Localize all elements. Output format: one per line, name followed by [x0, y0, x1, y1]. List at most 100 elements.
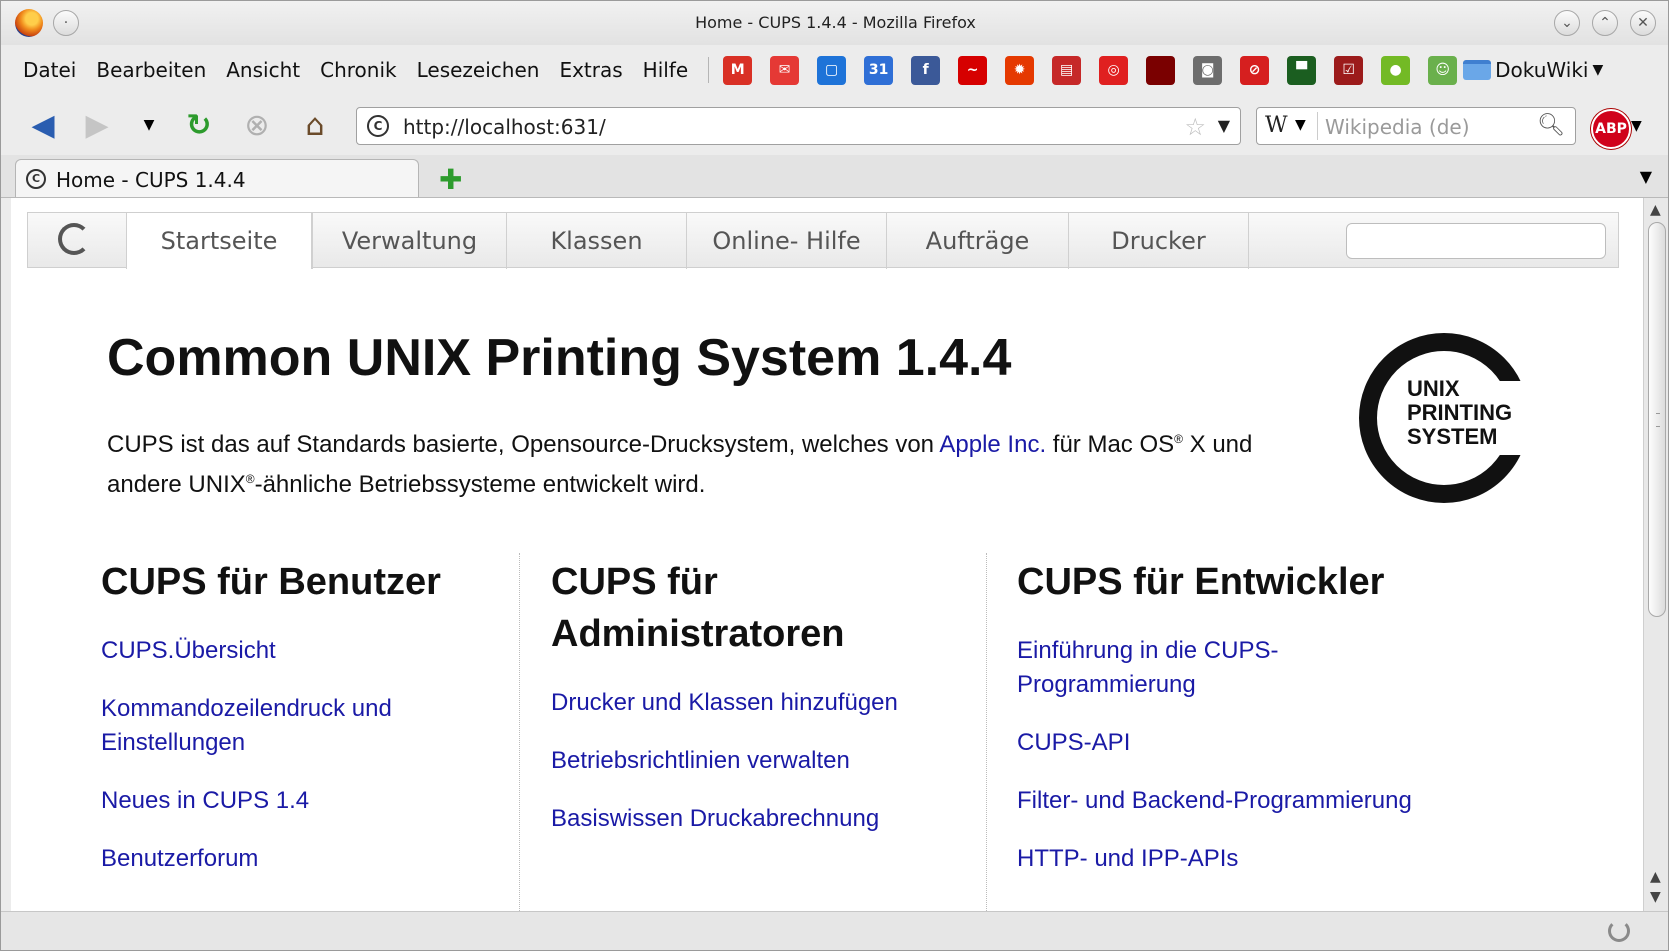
- title-bar: · Home - CUPS 1.4.4 - Mozilla Firefox ⌄ …: [1, 1, 1668, 45]
- scrollbar-thumb[interactable]: [1648, 222, 1666, 617]
- link-filter-backend[interactable]: Filter- und Backend-Programmierung: [1017, 787, 1412, 814]
- unix-printing-system-logo: UNIX PRINTING SYSTEM: [1359, 333, 1539, 503]
- gmail-icon[interactable]: M: [723, 55, 753, 85]
- bookmark-folder-dokuwiki[interactable]: DokuWiki ▼: [1463, 58, 1603, 82]
- wikipedia-engine-icon[interactable]: W: [1265, 113, 1288, 138]
- tab-home-cups[interactable]: C Home - CUPS 1.4.4: [15, 159, 419, 197]
- apple-link[interactable]: Apple Inc.: [939, 431, 1046, 458]
- column-heading: CUPS für Benutzer: [101, 561, 441, 603]
- bookmark-folder-label: DokuWiki: [1495, 58, 1589, 82]
- link-drucker-klassen[interactable]: Drucker und Klassen hinzufügen: [551, 689, 898, 716]
- close-button[interactable]: ✕: [1630, 10, 1656, 36]
- minimize-button[interactable]: ⌄: [1554, 10, 1580, 36]
- menu-chronik[interactable]: Chronik: [320, 58, 396, 82]
- flag-icon[interactable]: ▀: [1287, 55, 1317, 85]
- page-title: Common UNIX Printing System 1.4.4: [107, 329, 1012, 387]
- opensuse-icon[interactable]: ●: [1381, 55, 1411, 85]
- list-all-tabs-icon[interactable]: ▼: [1640, 167, 1652, 186]
- link-cups-api[interactable]: CUPS-API: [1017, 729, 1130, 756]
- menu-ansicht[interactable]: Ansicht: [226, 58, 300, 82]
- intro-paragraph: CUPS ist das auf Standards basierte, Ope…: [107, 431, 1253, 498]
- scroll-down-icon[interactable]: ▼: [1650, 889, 1661, 905]
- smile-icon[interactable]: ☺: [1428, 55, 1458, 85]
- chevron-down-icon: ▼: [1592, 62, 1604, 78]
- nav-klassen[interactable]: Klassen: [506, 213, 686, 269]
- menu-separator: [708, 57, 710, 83]
- link-http-ipp-apis[interactable]: HTTP- und IPP-APIs: [1017, 845, 1238, 872]
- menu-extras[interactable]: Extras: [559, 58, 622, 82]
- nav-verwaltung[interactable]: Verwaltung: [312, 213, 506, 269]
- back-arrow-icon[interactable]: ◀: [23, 105, 63, 145]
- stop-icon[interactable]: ⊗: [237, 105, 277, 145]
- column-entwickler: CUPS für Entwickler Einführung in die CU…: [1017, 556, 1467, 900]
- window-icon[interactable]: ◙: [1193, 55, 1223, 85]
- link-cups-uebersicht[interactable]: CUPS.Übersicht: [101, 637, 276, 664]
- adblock-dropdown-icon[interactable]: ▼: [1631, 118, 1642, 134]
- url-dropdown-icon[interactable]: ▼: [1218, 116, 1230, 135]
- column-heading: CUPS für Entwickler: [1017, 561, 1385, 603]
- link-benutzerforum[interactable]: Benutzerforum: [101, 845, 258, 872]
- square-icon[interactable]: [1146, 55, 1176, 85]
- column-benutzer: CUPS für Benutzer CUPS.Übersicht Kommand…: [101, 556, 481, 900]
- tab-favicon-icon: C: [26, 169, 46, 189]
- home-icon[interactable]: ⌂: [295, 105, 335, 145]
- scroll-up-icon[interactable]: ▲: [1650, 202, 1661, 218]
- bookmark-star-icon[interactable]: ☆: [1184, 113, 1206, 141]
- status-bar: [1, 911, 1668, 950]
- vertical-scrollbar[interactable]: ▲ ▲ ▼: [1643, 198, 1668, 911]
- scroll-up-small-icon[interactable]: ▲: [1650, 869, 1661, 885]
- menu-hilfe[interactable]: Hilfe: [643, 58, 689, 82]
- menu-lesezeichen[interactable]: Lesezeichen: [417, 58, 540, 82]
- cups-search-input[interactable]: [1346, 223, 1606, 259]
- new-tab-plus-icon[interactable]: ✚: [439, 163, 462, 196]
- adblock-plus-icon[interactable]: ABP: [1591, 109, 1631, 149]
- page-content: Startseite Verwaltung Klassen Online- Hi…: [11, 198, 1643, 911]
- url-bar[interactable]: C http://localhost:631/ ☆ ▼: [356, 107, 1241, 145]
- nav-startseite[interactable]: Startseite: [126, 213, 312, 269]
- reload-icon[interactable]: ↻: [179, 105, 219, 145]
- browser-window: · Home - CUPS 1.4.4 - Mozilla Firefox ⌄ …: [0, 0, 1669, 951]
- history-dropdown-icon[interactable]: ▼: [129, 105, 169, 145]
- docs-icon[interactable]: ▢: [817, 55, 847, 85]
- link-druckabrechnung[interactable]: Basiswissen Druckabrechnung: [551, 805, 879, 832]
- folder-icon: [1463, 60, 1492, 80]
- search-icon[interactable]: 🔍︎: [1537, 113, 1565, 138]
- tab-label: Home - CUPS 1.4.4: [56, 168, 246, 192]
- nav-online-hilfe[interactable]: Online- Hilfe: [686, 213, 886, 269]
- check-icon[interactable]: ☑: [1334, 55, 1364, 85]
- calendar-icon[interactable]: 31: [864, 55, 894, 85]
- link-einfuehrung-programmierung[interactable]: Einführung in die CUPS-Programmierung: [1017, 637, 1278, 698]
- chart-icon[interactable]: ▤: [1052, 55, 1082, 85]
- menu-bearbeiten[interactable]: Bearbeiten: [96, 58, 206, 82]
- menu-datei[interactable]: Datei: [23, 58, 76, 82]
- bookmarks-toolbar: M ✉ ▢ 31 f ~ ✹ ▤ ◎ ◙ ⊘ ▀ ☑ ● ☺: [723, 55, 1458, 85]
- forward-arrow-icon[interactable]: ▶: [77, 105, 117, 145]
- window-title: Home - CUPS 1.4.4 - Mozilla Firefox: [695, 13, 976, 32]
- column-divider: [986, 553, 987, 911]
- cups-navigation: Startseite Verwaltung Klassen Online- Hi…: [27, 212, 1619, 269]
- engine-dropdown-icon[interactable]: ▼: [1295, 117, 1306, 133]
- cups-logo-icon[interactable]: [58, 223, 90, 255]
- loading-spinner-icon: [1608, 920, 1630, 942]
- nav-auftraege[interactable]: Aufträge: [886, 213, 1068, 269]
- link-betriebsrichtlinien[interactable]: Betriebsrichtlinien verwalten: [551, 747, 850, 774]
- search-bar[interactable]: W ▼ Wikipedia (de) 🔍︎: [1256, 107, 1576, 145]
- sun-icon[interactable]: ✹: [1005, 55, 1035, 85]
- mail-icon[interactable]: ✉: [770, 55, 800, 85]
- link-kommandozeilendruck[interactable]: Kommandozeilendruck und Einstellungen: [101, 695, 392, 756]
- nav-drucker[interactable]: Drucker: [1068, 213, 1248, 269]
- tab-strip: C Home - CUPS 1.4.4 ✚ ▼: [1, 155, 1668, 198]
- wave-icon[interactable]: ~: [958, 55, 988, 85]
- link-neues-in-cups[interactable]: Neues in CUPS 1.4: [101, 787, 309, 814]
- maximize-button[interactable]: ⌃: [1592, 10, 1618, 36]
- site-favicon-icon: C: [367, 115, 389, 137]
- column-divider: [519, 553, 520, 911]
- column-administratoren: CUPS für Administratoren Drucker und Kla…: [551, 556, 951, 860]
- search-placeholder: Wikipedia (de): [1325, 115, 1470, 139]
- facebook-icon[interactable]: f: [911, 55, 941, 85]
- nosign-icon[interactable]: ⊘: [1240, 55, 1270, 85]
- column-heading: CUPS für Administratoren: [551, 561, 845, 655]
- url-text: http://localhost:631/: [403, 115, 606, 139]
- target-icon[interactable]: ◎: [1099, 55, 1129, 85]
- menu-bar: Datei Bearbeiten Ansicht Chronik Lesezei…: [1, 47, 1668, 93]
